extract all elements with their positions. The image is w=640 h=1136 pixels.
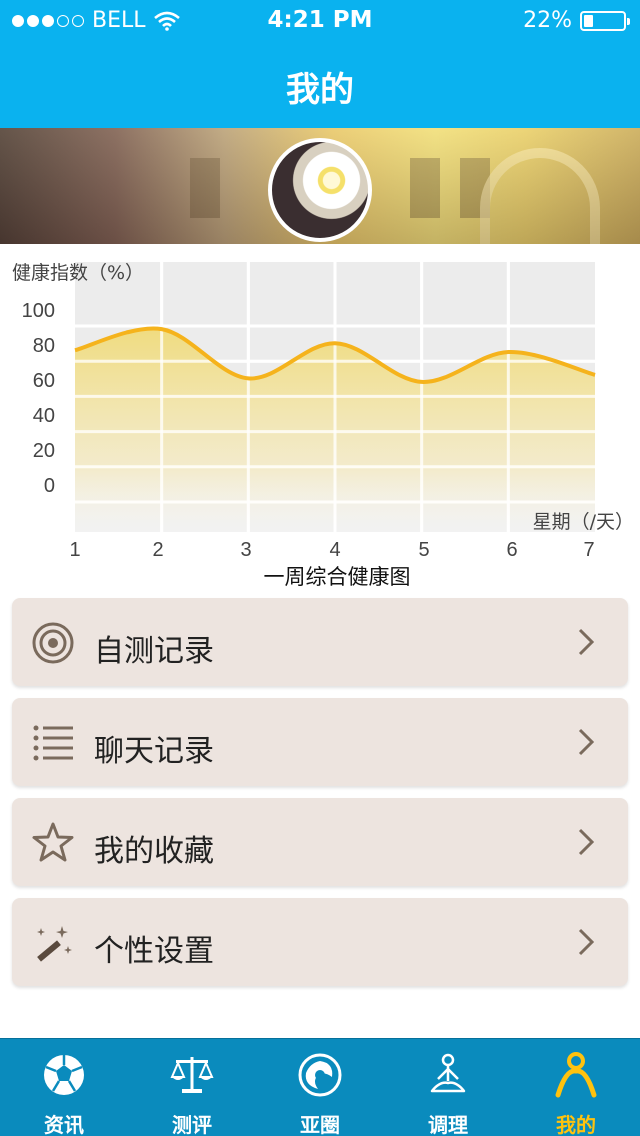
tab-label: 亚圈 [300,1113,340,1136]
tab-label: 测评 [172,1113,212,1136]
tab-news[interactable]: 资讯 [0,1039,128,1136]
menu-label: 我的收藏 [94,834,214,869]
person-icon [555,1052,597,1098]
tab-mine[interactable]: 我的 [512,1039,640,1136]
y-tick-label: 40 [33,405,55,427]
page-title: 我的 [286,70,354,110]
x-tick-label: 6 [506,539,517,561]
chevron-right-icon [578,728,594,756]
tab-wellness[interactable]: 调理 [384,1039,512,1136]
y-tick-label: 60 [33,370,55,392]
battery-icon [580,10,630,31]
scale-icon [170,1057,214,1093]
battery-percent: 22% [523,8,572,33]
tab-bar: 资讯 测评 亚圈 调理 我的 [0,1038,640,1136]
y-tick-label: 0 [44,475,55,497]
menu-label: 聊天记录 [94,734,214,769]
chevron-right-icon [578,928,594,956]
y-tick-label: 80 [33,335,55,357]
soccer-ball-icon [44,1055,84,1095]
menu-item-personal-settings[interactable]: 个性设置 [12,898,628,986]
chevron-right-icon [578,828,594,856]
y-tick-label: 100 [22,300,55,322]
battery-group: 22% [523,8,630,33]
magic-wand-icon [37,926,72,962]
top-bar: BELL 4:21 PM 22% 我的 [0,0,640,128]
y-tick-label: 20 [33,440,55,462]
y-axis-label: 健康指数（%） [12,262,144,284]
menu-item-self-test-records[interactable]: 自测记录 [12,598,628,686]
menu-label: 自测记录 [94,634,214,669]
x-axis-label: 星期（/天） [533,511,634,533]
swirl-icon [298,1053,342,1097]
tab-label: 资讯 [44,1113,84,1136]
meditation-icon [430,1053,466,1093]
status-bar: BELL 4:21 PM 22% [0,0,640,40]
star-icon [32,822,74,862]
x-tick-label: 1 [69,539,80,561]
x-tick-label: 2 [152,539,163,561]
x-tick-label: 3 [240,539,251,561]
x-tick-label: 5 [418,539,429,561]
tab-label: 调理 [428,1113,468,1136]
chevron-right-icon [578,628,594,656]
tab-label: 我的 [556,1113,596,1136]
tab-assessment[interactable]: 测评 [128,1039,256,1136]
menu-item-chat-records[interactable]: 聊天记录 [12,698,628,786]
menu-item-favorites[interactable]: 我的收藏 [12,798,628,886]
menu-label: 个性设置 [94,934,214,969]
tab-circle[interactable]: 亚圈 [256,1039,384,1136]
health-chart-svg: 100 80 60 40 20 0 1 2 3 4 5 6 7 健康指数（%） 星期（/天） 一周综合健康图 [12,262,634,589]
x-tick-label: 4 [329,539,340,561]
health-chart: 100 80 60 40 20 0 1 2 3 4 5 6 7 健康指数（%） 星期（/天） 一周综合健康图 [0,250,640,595]
chart-title: 一周综合健康图 [264,565,411,589]
list-icon [33,725,73,761]
x-tick-label: 7 [583,539,594,561]
target-icon [32,622,74,664]
avatar[interactable] [268,138,372,242]
